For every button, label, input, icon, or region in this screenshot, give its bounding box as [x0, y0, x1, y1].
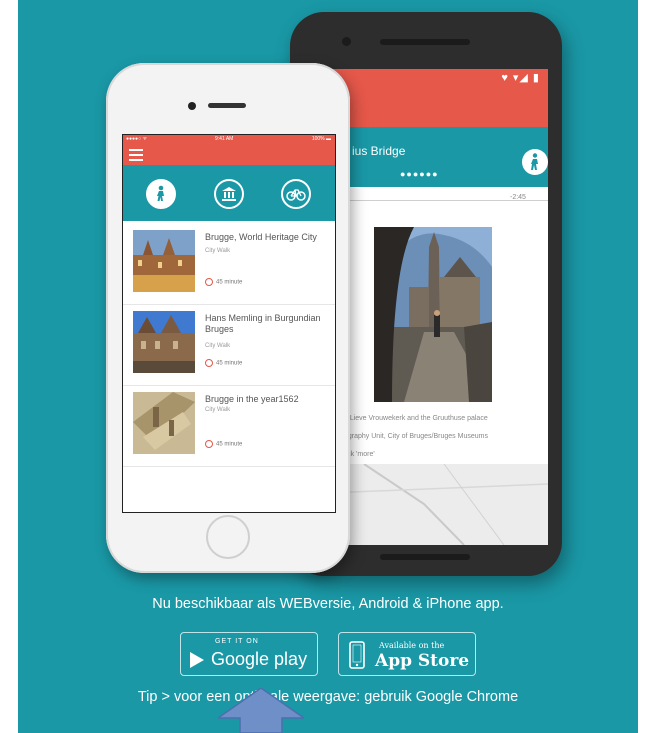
- clock-icon: [205, 278, 213, 286]
- app-store-button[interactable]: Available on the App Store: [338, 632, 476, 676]
- tour-list-item[interactable]: Brugge in the year1562 City Walk 45 minu…: [123, 386, 335, 467]
- iphone-home-button: [206, 515, 250, 559]
- museum-icon[interactable]: [214, 179, 244, 209]
- walk-icon[interactable]: [522, 149, 548, 175]
- tour-list-item[interactable]: Hans Memling in Burgundian Bruges City W…: [123, 305, 335, 386]
- iphone-app-header: [123, 143, 335, 165]
- clock-icon: [205, 440, 213, 448]
- tour-title: Brugge, World Heritage City: [205, 232, 317, 242]
- android-status-icons: ♥ ▾◢ ▮: [501, 72, 540, 84]
- tour-duration: 45 minute: [205, 278, 242, 286]
- tour-duration: 45 minute: [205, 359, 242, 367]
- android-bottom-speaker: [380, 554, 470, 560]
- android-camera: [342, 37, 351, 46]
- app-store-small-text: Available on the: [379, 641, 445, 650]
- android-page-dots: ●●●●●●: [400, 169, 439, 179]
- tour-list-item[interactable]: Brugge, World Heritage City City Walk 45…: [123, 224, 335, 305]
- iphone-camera: [188, 102, 196, 110]
- play-store-icon: [190, 652, 204, 668]
- tour-subtitle: City Walk: [205, 248, 231, 254]
- tour-title: Brugge in the year1562: [205, 394, 299, 404]
- google-play-label: Google play: [211, 649, 308, 669]
- bridge-photo: [374, 227, 492, 402]
- iphone-signal: ●●●●○ ᯤ: [126, 136, 148, 142]
- phone-icon: [349, 641, 365, 669]
- tour-duration: 45 minute: [205, 440, 242, 448]
- android-tour-title: ius Bridge: [352, 144, 406, 158]
- up-arrow-icon: [218, 688, 304, 733]
- tour-title: Hans Memling in Burgundian Bruges: [205, 313, 321, 334]
- iphone-status-time: 9:41 AM: [215, 136, 234, 142]
- tour-subtitle: City Walk: [205, 407, 231, 413]
- clock-icon: [205, 359, 213, 367]
- android-speaker: [380, 39, 470, 45]
- iphone-battery: 100% ▬: [311, 136, 331, 142]
- browser-tip: Tip > voor een optimale weergave: gebrui…: [137, 689, 519, 705]
- iphone-mockup: ●●●●○ ᯤ 9:41 AM 100% ▬ Brugge, World Her…: [106, 63, 350, 573]
- tour-thumbnail: [133, 392, 195, 454]
- tour-thumbnail: [133, 311, 195, 373]
- tour-thumbnail: [133, 230, 195, 292]
- iphone-speaker: [208, 103, 246, 108]
- photo-caption-2: ography Unit, City of Bruges/Bruges Muse…: [344, 433, 488, 440]
- app-store-label: App Store: [375, 651, 470, 671]
- google-play-small-text: GET IT ON: [215, 638, 259, 645]
- iphone-screen: ●●●●○ ᯤ 9:41 AM 100% ▬ Brugge, World Her…: [122, 134, 336, 513]
- category-tabs: [123, 165, 335, 251]
- tour-subtitle: City Walk: [205, 343, 231, 349]
- iphone-status-bar: ●●●●○ ᯤ 9:41 AM 100% ▬: [123, 135, 335, 143]
- google-play-button[interactable]: GET IT ON Google play: [180, 632, 318, 676]
- audio-time: -2:45: [510, 194, 526, 201]
- bike-icon[interactable]: [281, 179, 311, 209]
- hamburger-menu-icon[interactable]: [129, 149, 143, 164]
- walk-icon[interactable]: [146, 179, 176, 209]
- photo-caption-1: e Lieve Vrouwekerk and the Gruuthuse pal…: [344, 415, 488, 422]
- availability-headline: Nu beschikbaar als WEBversie, Android & …: [152, 596, 504, 612]
